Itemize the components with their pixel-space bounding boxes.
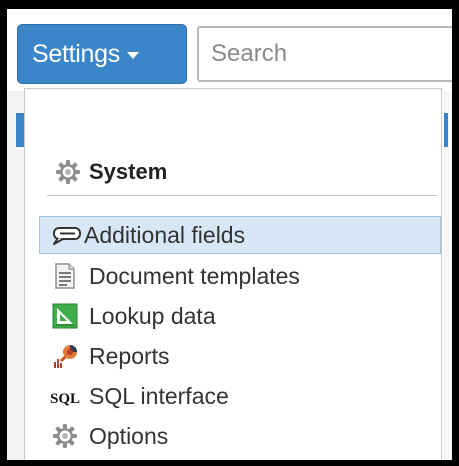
menu-item-reports[interactable]: Reports <box>39 337 441 375</box>
settings-button-label: Settings <box>32 39 120 68</box>
background-accent <box>16 113 24 147</box>
speech-bubble-icon <box>50 221 82 249</box>
svg-text:SQL: SQL <box>50 391 80 406</box>
menu-item-label: Lookup data <box>89 302 216 329</box>
sql-icon: SQL <box>49 382 81 410</box>
section-header-system: System <box>55 157 167 187</box>
gear-icon <box>56 160 80 184</box>
menu-item-label: Reports <box>89 342 170 369</box>
background-panel-right <box>444 91 452 460</box>
search-input[interactable] <box>197 26 452 82</box>
caret-down-icon <box>126 52 139 59</box>
document-icon <box>49 262 81 290</box>
menu-item-lookup-data[interactable]: Lookup data <box>39 297 441 335</box>
reports-icon <box>49 342 81 370</box>
section-title: System <box>89 159 168 184</box>
menu-item-sql-interface[interactable]: SQL SQL interface <box>39 377 441 415</box>
app-window: Settings Search System Additional fields… <box>7 9 452 460</box>
settings-dropdown-menu: System Additional fields Document templa… <box>24 88 442 460</box>
menu-item-additional-fields[interactable]: Additional fields <box>39 216 441 254</box>
gear-icon <box>49 422 81 450</box>
menu-item-label: SQL interface <box>89 382 229 409</box>
menu-item-label: Options <box>89 422 169 449</box>
menu-item-label: Additional fields <box>84 221 246 248</box>
menu-item-options[interactable]: Options <box>39 417 441 455</box>
section-divider <box>47 195 437 196</box>
background-accent <box>444 113 448 147</box>
background-panel-left <box>7 91 25 460</box>
settings-dropdown-button[interactable]: Settings <box>17 24 187 84</box>
menu-item-document-templates[interactable]: Document templates <box>39 257 441 295</box>
menu-item-label: Document templates <box>89 262 300 289</box>
lookup-chart-icon <box>49 302 81 330</box>
